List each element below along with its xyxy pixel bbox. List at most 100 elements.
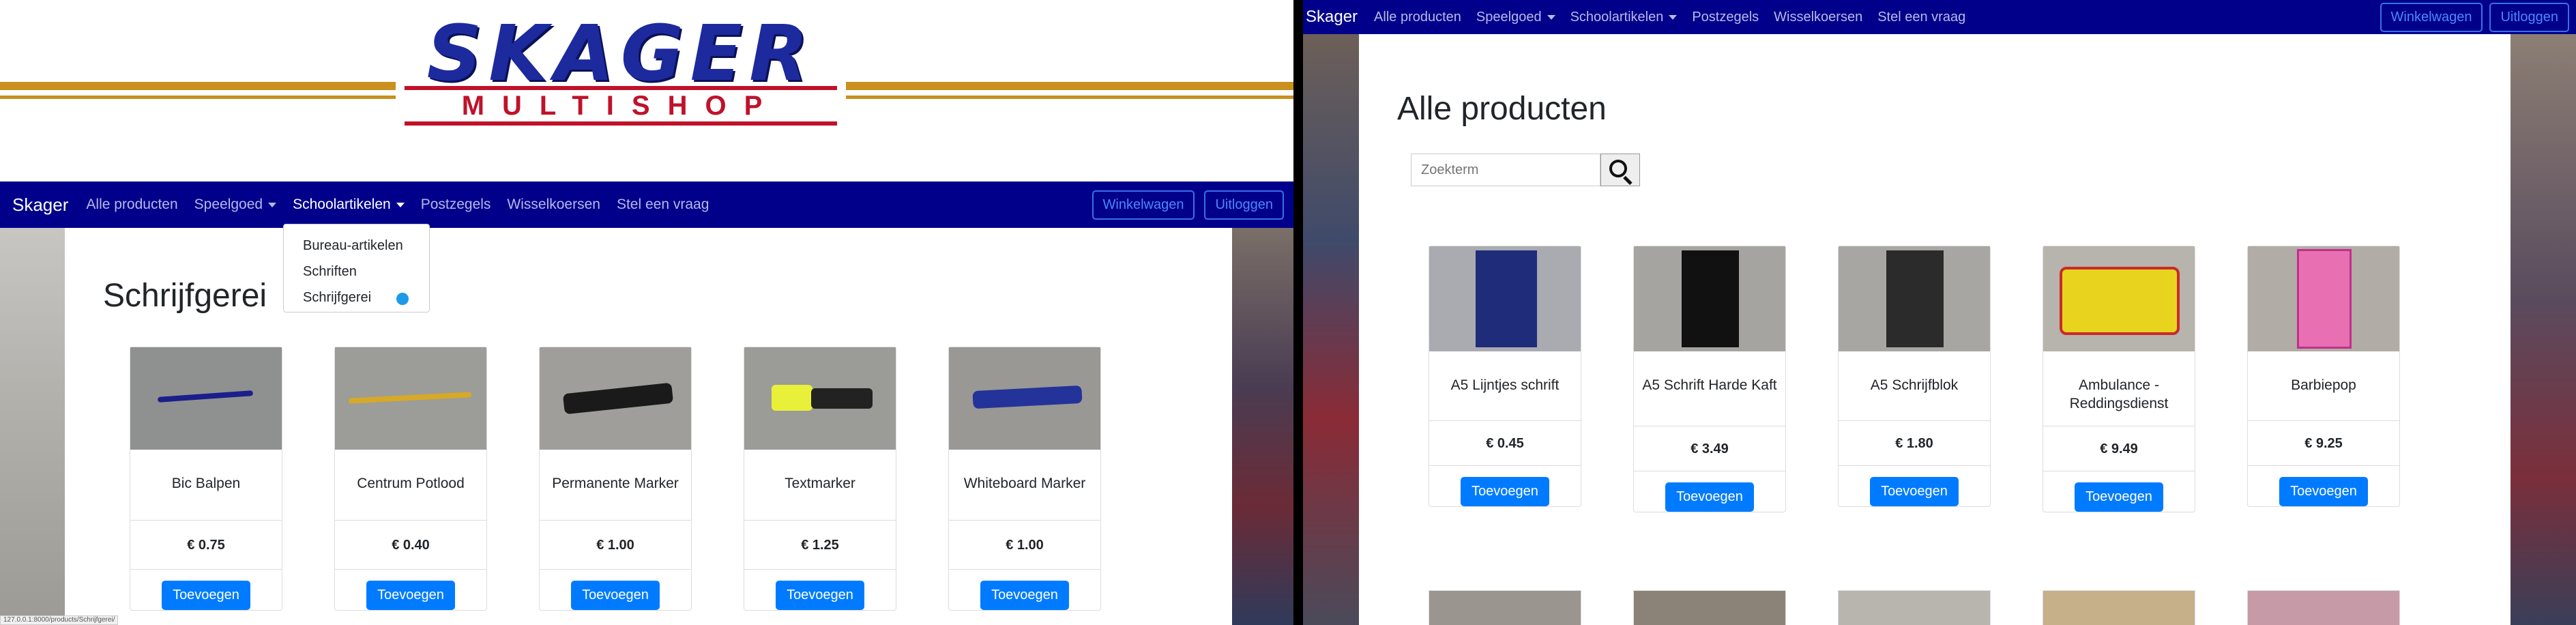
add-to-cart-button[interactable]: Toevoegen bbox=[1461, 477, 1549, 506]
logo-stripe bbox=[0, 96, 396, 99]
product-card-partial bbox=[1838, 590, 1991, 625]
product-image bbox=[1839, 246, 1990, 351]
logout-button[interactable]: Uitloggen bbox=[1204, 190, 1284, 220]
product-card: Permanente Marker € 1.00 Toevoegen bbox=[539, 347, 692, 611]
dropdown-item-schriften[interactable]: Schriften bbox=[284, 259, 429, 285]
marker-shape bbox=[562, 382, 674, 415]
product-price: € 1.80 bbox=[1839, 421, 1990, 466]
ambulance-toy-shape bbox=[2060, 267, 2180, 335]
caret-down-icon bbox=[396, 202, 405, 207]
product-card: A5 Lijntjes schrift € 0.45 Toevoegen bbox=[1429, 246, 1581, 507]
page-title: Schrijfgerei bbox=[103, 278, 267, 314]
product-image bbox=[1429, 246, 1581, 351]
nav-schoolartikelen-label: Schoolartikelen bbox=[1570, 9, 1664, 25]
dropdown-item-label: Schrijfgerei bbox=[303, 290, 372, 305]
cart-button[interactable]: Winkelwagen bbox=[1092, 190, 1195, 220]
nav-stel-een-vraag[interactable]: Stel een vraag bbox=[1877, 10, 1965, 25]
product-name: Whiteboard Marker bbox=[949, 450, 1100, 521]
nav-postzegels[interactable]: Postzegels bbox=[1692, 10, 1759, 25]
search-icon-handle bbox=[1623, 175, 1633, 186]
logo-stripe bbox=[846, 96, 1293, 99]
product-price: € 0.75 bbox=[130, 521, 282, 570]
dropdown-item-bureau-artikelen[interactable]: Bureau-artikelen bbox=[284, 233, 429, 259]
logo-word: SKAGER bbox=[426, 10, 815, 98]
product-card-partial bbox=[2247, 590, 2400, 625]
skager-logo[interactable]: SKAGER MULTISHOP bbox=[399, 10, 843, 126]
product-name: A5 Lijntjes schrift bbox=[1429, 351, 1581, 421]
product-image bbox=[2248, 246, 2399, 351]
navbar-brand[interactable]: Skager bbox=[12, 194, 68, 216]
background-photo-left bbox=[0, 228, 65, 625]
add-to-cart-button[interactable]: Toevoegen bbox=[1870, 477, 1959, 506]
add-to-cart-button[interactable]: Toevoegen bbox=[2279, 477, 2368, 506]
product-image bbox=[130, 347, 282, 450]
nav-schoolartikelen[interactable]: Schoolartikelen bbox=[293, 197, 405, 213]
page-title: Alle producten bbox=[1397, 91, 1607, 127]
product-name: Textmarker bbox=[744, 450, 896, 521]
product-card: A5 Schrift Harde Kaft € 3.49 Toevoegen bbox=[1633, 246, 1786, 512]
product-image bbox=[335, 347, 486, 450]
background-photo-right bbox=[2511, 34, 2576, 625]
product-image bbox=[1634, 246, 1785, 351]
add-to-cart-button[interactable]: Toevoegen bbox=[571, 581, 660, 610]
product-card: Centrum Potlood € 0.40 Toevoegen bbox=[334, 347, 487, 611]
nav-wisselkoersen[interactable]: Wisselkoersen bbox=[507, 197, 600, 213]
product-name: Ambulance - Reddingsdienst bbox=[2043, 351, 2195, 426]
product-card: Bic Balpen € 0.75 Toevoegen bbox=[130, 347, 282, 611]
product-image bbox=[2043, 246, 2195, 351]
nav-schoolartikelen[interactable]: Schoolartikelen bbox=[1570, 10, 1678, 25]
schoolartikelen-dropdown-menu: Bureau-artikelen Schriften Schrijfgerei bbox=[283, 224, 430, 312]
product-price: € 1.00 bbox=[949, 521, 1100, 570]
nav-speelgoed[interactable]: Speelgoed bbox=[1476, 10, 1555, 25]
search-form bbox=[1411, 154, 1640, 186]
add-to-cart-button[interactable]: Toevoegen bbox=[776, 581, 864, 610]
add-to-cart-button[interactable]: Toevoegen bbox=[162, 581, 250, 610]
main-content: Alle producten A5 Lijntjes schrift € 0.4… bbox=[1359, 34, 2511, 625]
cursor-indicator-icon bbox=[395, 291, 410, 306]
product-price: € 0.45 bbox=[1429, 421, 1581, 466]
product-name: Barbiepop bbox=[2248, 351, 2399, 421]
caret-down-icon bbox=[268, 202, 277, 207]
product-name: Permanente Marker bbox=[540, 450, 691, 521]
product-card: Barbiepop € 9.25 Toevoegen bbox=[2247, 246, 2400, 507]
nav-alle-producten[interactable]: Alle producten bbox=[86, 197, 177, 213]
product-card: Ambulance - Reddingsdienst € 9.49 Toevoe… bbox=[2043, 246, 2195, 512]
logo-stripe bbox=[0, 82, 396, 90]
product-image bbox=[949, 347, 1100, 450]
nav-schoolartikelen-label: Schoolartikelen bbox=[293, 197, 391, 212]
highlighter-cap-shape bbox=[772, 385, 813, 411]
product-card-partial bbox=[2043, 590, 2195, 625]
background-photo-right bbox=[1232, 228, 1293, 625]
product-image bbox=[744, 347, 896, 450]
product-price: € 9.25 bbox=[2248, 421, 2399, 466]
product-price: € 3.49 bbox=[1634, 426, 1785, 471]
window-divider bbox=[1293, 0, 1303, 625]
search-button[interactable] bbox=[1600, 154, 1640, 186]
add-to-cart-button[interactable]: Toevoegen bbox=[1665, 482, 1754, 512]
product-price: € 0.40 bbox=[335, 521, 486, 570]
nav-wisselkoersen[interactable]: Wisselkoersen bbox=[1774, 10, 1862, 25]
navbar-brand[interactable]: Skager bbox=[1306, 8, 1358, 27]
product-name: A5 Schrift Harde Kaft bbox=[1634, 351, 1785, 426]
add-to-cart-button[interactable]: Toevoegen bbox=[980, 581, 1069, 610]
nav-postzegels[interactable]: Postzegels bbox=[421, 197, 491, 213]
product-card: Whiteboard Marker € 1.00 Toevoegen bbox=[948, 347, 1101, 611]
search-input[interactable] bbox=[1411, 154, 1600, 186]
navbar: Skager Alle producten Speelgoed Schoolar… bbox=[0, 181, 1293, 228]
nav-alle-producten[interactable]: Alle producten bbox=[1374, 10, 1461, 25]
cart-button[interactable]: Winkelwagen bbox=[2380, 2, 2483, 32]
nav-speelgoed[interactable]: Speelgoed bbox=[194, 197, 277, 213]
status-bar-url: 127.0.0.1:8000/products/Schrijfgerei/ bbox=[0, 615, 119, 625]
product-price: € 1.00 bbox=[540, 521, 691, 570]
nav-stel-een-vraag[interactable]: Stel een vraag bbox=[617, 197, 709, 213]
screen: SKAGER MULTISHOP Skager Alle producten S… bbox=[0, 0, 2576, 625]
logo-sub-bar: MULTISHOP bbox=[405, 86, 837, 126]
dropdown-item-schrijfgerei[interactable]: Schrijfgerei bbox=[284, 285, 429, 310]
logout-button[interactable]: Uitloggen bbox=[2489, 2, 2569, 32]
add-to-cart-button[interactable]: Toevoegen bbox=[2075, 482, 2163, 512]
product-card-partial bbox=[1633, 590, 1786, 625]
left-window: SKAGER MULTISHOP Skager Alle producten S… bbox=[0, 0, 1293, 625]
pen-shape bbox=[157, 390, 254, 403]
pencil-shape bbox=[348, 392, 472, 404]
add-to-cart-button[interactable]: Toevoegen bbox=[366, 581, 455, 610]
